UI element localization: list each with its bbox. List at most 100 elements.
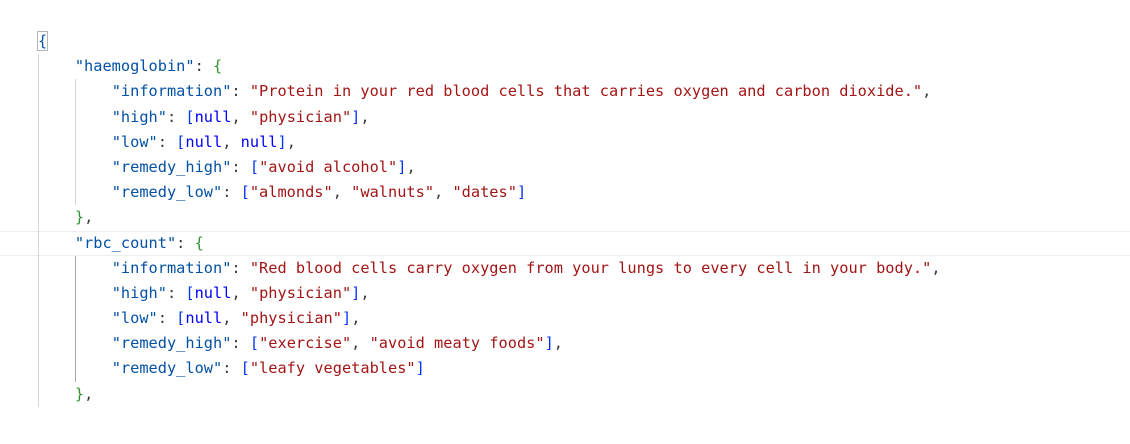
object-close-brace: } [74,208,85,227]
colon: : [231,157,250,176]
comma: , [553,334,564,353]
comma: , [286,132,296,151]
null-keyword: null [185,132,223,151]
code-line-text: { [37,29,49,54]
field-value: "Protein in your red blood cells that ca… [249,82,923,101]
code-line[interactable]: }, [0,382,1130,407]
colon: : [222,359,241,378]
code-line-text: "remedy_low": ["leafy vegetables"] [38,356,425,381]
colon: : [194,57,213,76]
comma: , [931,258,941,277]
null-keyword: null [240,132,278,151]
colon: : [231,82,250,101]
code-line[interactable]: }, [0,205,1130,230]
array-open-bracket: [ [240,183,250,202]
field-key: "information" [111,82,232,101]
comma: , [351,334,370,353]
array-close-bracket: ] [351,107,361,126]
code-line-text: "high": [null, "physician"], [38,105,370,130]
colon: : [166,107,186,126]
array-open-bracket: [ [176,309,186,328]
code-line[interactable]: { [0,29,1130,54]
field-key: "remedy_high" [111,334,232,353]
colon: : [222,183,241,202]
array-item: "physician" [240,309,342,328]
code-line[interactable]: "high": [null, "physician"], [0,105,1130,130]
field-value: "Red blood cells carry oxygen from your … [249,258,932,277]
code-line-text: "information": "Red blood cells carry ox… [38,256,941,281]
code-line[interactable]: "rbc_count": { [0,230,1130,256]
field-key: "remedy_low" [111,359,223,378]
array-open-bracket: [ [249,157,260,176]
field-key: "remedy_high" [111,157,232,176]
array-close-bracket: ] [341,309,352,328]
code-editor[interactable]: { "haemoglobin": { "information": "Prote… [0,29,1130,407]
code-line-text: "information": "Protein in your red bloo… [38,79,932,104]
object-open-brace: { [194,233,204,252]
array-close-bracket: ] [415,359,425,378]
colon: : [231,258,250,277]
code-line-text: "low": [null, "physician"], [38,306,361,331]
array-close-bracket: ] [277,132,287,151]
comma: , [231,107,250,126]
object-key: "haemoglobin" [74,57,195,76]
array-item: "almonds" [249,183,333,202]
code-line-text: "haemoglobin": { [38,54,222,79]
comma: , [231,283,250,302]
array-open-bracket: [ [240,359,250,378]
comma: , [222,132,241,151]
code-line[interactable]: "haemoglobin": { [0,54,1130,79]
null-keyword: null [194,107,232,126]
null-keyword: null [194,283,232,302]
code-line[interactable]: "low": [null, "physician"], [0,306,1130,331]
code-line[interactable]: "information": "Red blood cells carry ox… [0,256,1130,281]
array-open-bracket: [ [249,334,260,353]
comma: , [360,107,370,126]
comma: , [922,82,932,101]
array-open-bracket: [ [185,107,195,126]
code-line[interactable]: "remedy_high": ["avoid alcohol"], [0,155,1130,180]
field-key: "low" [111,132,158,151]
code-line-text: }, [38,382,93,407]
code-line-text: "high": [null, "physician"], [38,281,370,306]
code-line[interactable]: "low": [null, null], [0,130,1130,155]
code-line-text: }, [38,205,93,230]
field-key: "high" [111,283,167,302]
field-key: "remedy_low" [111,183,223,202]
array-close-bracket: ] [516,183,527,202]
indent-guide-root [38,54,39,407]
array-item: "leafy vegetables" [249,359,416,378]
array-item: "exercise" [259,334,352,353]
code-line[interactable]: "remedy_low": ["almonds", "walnuts", "da… [0,180,1130,205]
indent-guide-object [74,255,76,382]
array-item: "dates" [452,183,517,202]
comma: , [84,384,94,403]
code-line[interactable]: "remedy_low": ["leafy vegetables"] [0,356,1130,381]
array-close-bracket: ] [351,283,361,302]
array-open-bracket: [ [185,283,195,302]
field-key: "low" [111,309,158,328]
array-item: "walnuts" [351,183,435,202]
null-keyword: null [185,309,223,328]
array-item: "avoid alcohol" [259,157,398,176]
code-line-text: "rbc_count": { [38,231,204,256]
code-line-text: "remedy_high": ["exercise", "avoid meaty… [38,331,563,356]
colon: : [231,334,250,353]
array-item: "avoid meaty foods" [369,334,545,353]
code-line[interactable]: "remedy_high": ["exercise", "avoid meaty… [0,331,1130,356]
code-line-text: "remedy_high": ["avoid alcohol"], [38,155,416,180]
code-line[interactable]: "information": "Protein in your red bloo… [0,79,1130,104]
colon: : [176,233,195,252]
field-key: "high" [111,107,167,126]
indent-guide-object [74,79,76,206]
code-line-text: "low": [null, null], [38,130,296,155]
object-open-brace: { [213,57,223,76]
code-line[interactable]: "high": [null, "physician"], [0,281,1130,306]
code-lines: { "haemoglobin": { "information": "Prote… [0,29,1130,407]
comma: , [351,309,361,328]
code-line-text: "remedy_low": ["almonds", "walnuts", "da… [38,180,526,205]
field-key: "information" [111,258,232,277]
colon: : [157,132,177,151]
colon: : [166,283,186,302]
comma: , [406,157,416,176]
